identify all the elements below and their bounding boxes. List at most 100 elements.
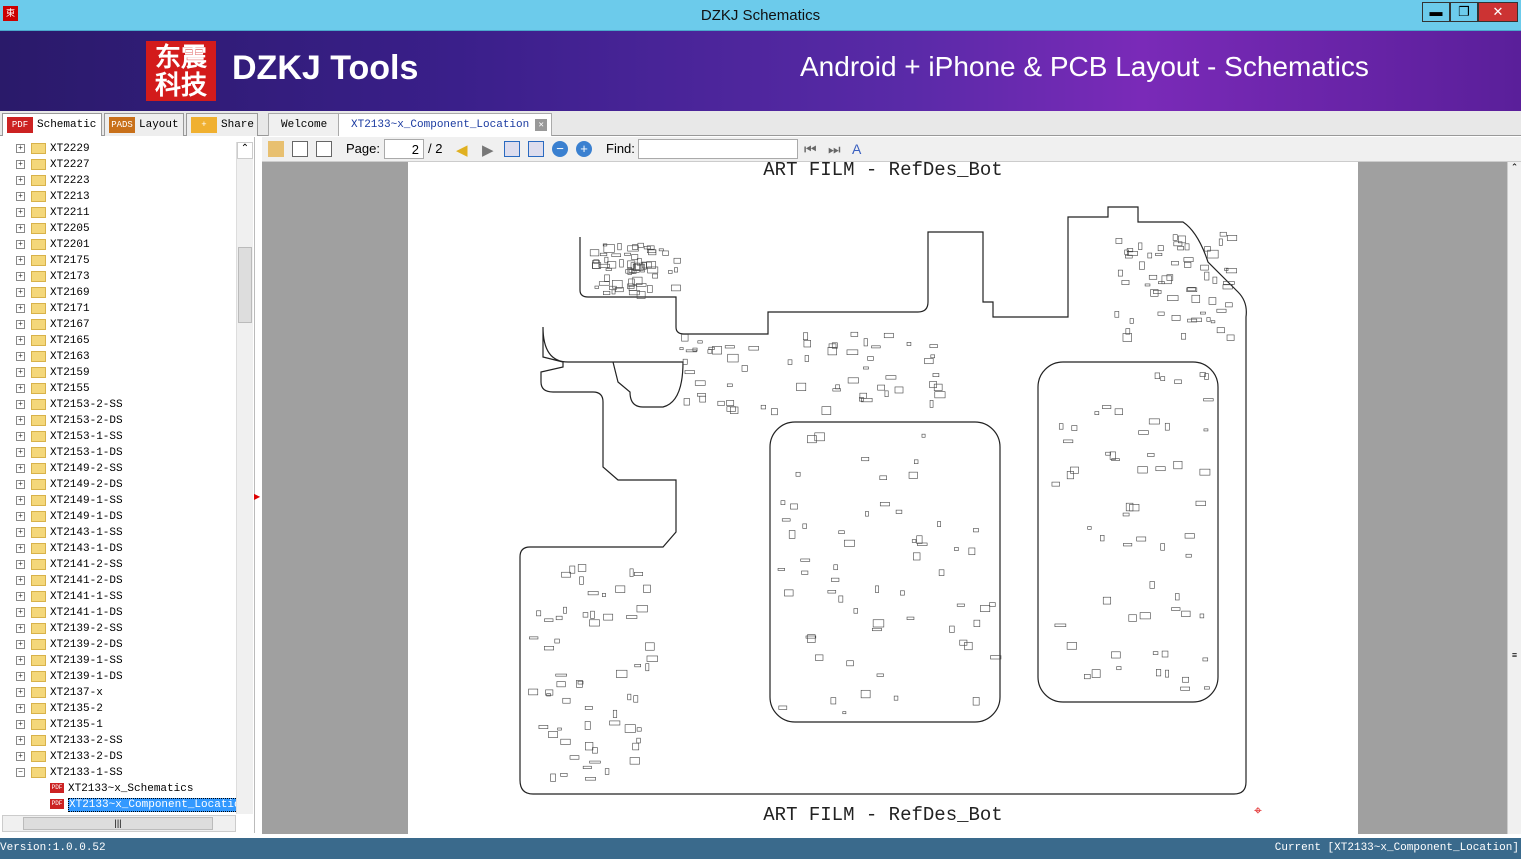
tree-item[interactable]: + XT2139-2-SS: [16, 621, 123, 637]
tree-item[interactable]: + XT2171: [16, 301, 90, 317]
tree-item[interactable]: + XT2165: [16, 333, 90, 349]
tree-item[interactable]: + XT2135-1: [16, 717, 103, 733]
tree-item[interactable]: + XT2149-1-SS: [16, 493, 123, 509]
scroll-grip-icon[interactable]: ≡: [1508, 650, 1521, 660]
expand-icon[interactable]: +: [16, 543, 25, 553]
expand-icon[interactable]: +: [16, 527, 25, 537]
tree-item[interactable]: − XT2133-1-SS: [16, 765, 123, 781]
expand-icon[interactable]: +: [16, 623, 25, 633]
expand-icon[interactable]: +: [16, 495, 25, 505]
tree-item[interactable]: + XT2201: [16, 237, 90, 253]
expand-icon[interactable]: +: [16, 335, 25, 345]
expand-icon[interactable]: +: [16, 559, 25, 569]
expand-icon[interactable]: +: [16, 287, 25, 297]
expand-icon[interactable]: +: [16, 191, 25, 201]
tree-item[interactable]: + XT2169: [16, 285, 90, 301]
tree-item[interactable]: + XT2139-2-DS: [16, 637, 123, 653]
expand-icon[interactable]: +: [16, 719, 25, 729]
expand-icon[interactable]: +: [16, 351, 25, 361]
tree-item[interactable]: + XT2227: [16, 157, 90, 173]
splitter-arrow-icon[interactable]: ▶: [254, 492, 260, 501]
zoom-out-icon[interactable]: −: [552, 141, 568, 157]
expand-icon[interactable]: +: [16, 431, 25, 441]
tree-item[interactable]: + XT2155: [16, 381, 90, 397]
expand-icon[interactable]: +: [16, 255, 25, 265]
tree-item[interactable]: + XT2149-2-DS: [16, 477, 123, 493]
tree-item[interactable]: + XT2143-1-DS: [16, 541, 123, 557]
tree-item[interactable]: + XT2175: [16, 253, 90, 269]
rotate-right-icon[interactable]: [316, 141, 332, 157]
tree-item[interactable]: + XT2143-1-SS: [16, 525, 123, 541]
tree-child-item[interactable]: PDF XT2133~x_Schematics: [50, 781, 193, 797]
tree-item[interactable]: + XT2139-1-DS: [16, 669, 123, 685]
expand-icon[interactable]: +: [16, 575, 25, 585]
tree-item[interactable]: + XT2211: [16, 205, 90, 221]
expand-icon[interactable]: +: [16, 687, 25, 697]
tree-item[interactable]: + XT2159: [16, 365, 90, 381]
scroll-up-icon[interactable]: ⌃: [237, 142, 253, 159]
viewer-vertical-scrollbar[interactable]: ⌃ ≡: [1507, 162, 1521, 834]
tree-item[interactable]: + XT2141-1-SS: [16, 589, 123, 605]
highlight-icon[interactable]: A: [852, 141, 868, 157]
expand-icon[interactable]: +: [16, 607, 25, 617]
expand-icon[interactable]: +: [16, 735, 25, 745]
tree-item[interactable]: + XT2149-2-SS: [16, 461, 123, 477]
rotate-left-icon[interactable]: [292, 141, 308, 157]
tree-item[interactable]: + XT2133-2-SS: [16, 733, 123, 749]
tree-item[interactable]: + XT2137-x: [16, 685, 103, 701]
expand-icon[interactable]: +: [16, 159, 25, 169]
tree-item[interactable]: + XT2205: [16, 221, 90, 237]
tree-vertical-scrollbar[interactable]: ⌃: [236, 142, 253, 814]
expand-icon[interactable]: +: [16, 271, 25, 281]
find-previous-icon[interactable]: ⏮: [804, 141, 820, 157]
scroll-up-icon[interactable]: ⌃: [1508, 162, 1521, 173]
expand-icon[interactable]: +: [16, 303, 25, 313]
next-page-icon[interactable]: ▶: [482, 141, 494, 159]
close-tab-icon[interactable]: ✕: [535, 119, 548, 131]
expand-icon[interactable]: +: [16, 671, 25, 681]
copy-icon[interactable]: [268, 141, 284, 157]
expand-icon[interactable]: +: [16, 447, 25, 457]
zoom-in-icon[interactable]: +: [576, 141, 592, 157]
tab-share[interactable]: + Share: [186, 113, 258, 136]
previous-page-icon[interactable]: ◀: [456, 141, 468, 159]
expand-icon[interactable]: +: [16, 383, 25, 393]
document-viewer[interactable]: ▶ ART FILM - RefDes_Bot ⌖ ART FILM - Ref…: [254, 159, 1507, 834]
find-next-icon[interactable]: ⏭: [828, 141, 844, 157]
scroll-thumb[interactable]: |||: [23, 817, 213, 830]
tree-item[interactable]: + XT2163: [16, 349, 90, 365]
tree-item[interactable]: + XT2135-2: [16, 701, 103, 717]
tree-item[interactable]: + XT2167: [16, 317, 90, 333]
fit-width-icon[interactable]: [504, 141, 520, 157]
find-input[interactable]: [638, 139, 798, 159]
tree-child-item[interactable]: PDF XT2133~x_Component_Location: [50, 797, 249, 813]
expand-icon[interactable]: +: [16, 703, 25, 713]
tab-layout[interactable]: PADS Layout: [104, 113, 184, 136]
expand-icon[interactable]: +: [16, 751, 25, 761]
tree-item[interactable]: + XT2153-2-SS: [16, 397, 123, 413]
tree-item[interactable]: + XT2141-2-DS: [16, 573, 123, 589]
tree-item[interactable]: + XT2139-1-SS: [16, 653, 123, 669]
maximize-button[interactable]: ❐: [1450, 2, 1478, 22]
tree-item[interactable]: + XT2213: [16, 189, 90, 205]
expand-icon[interactable]: +: [16, 143, 25, 153]
tree-item[interactable]: + XT2173: [16, 269, 90, 285]
expand-icon[interactable]: +: [16, 415, 25, 425]
tab-welcome[interactable]: Welcome: [268, 113, 341, 136]
expand-icon[interactable]: +: [16, 239, 25, 249]
tree-item[interactable]: + XT2149-1-DS: [16, 509, 123, 525]
expand-icon[interactable]: +: [16, 639, 25, 649]
expand-icon[interactable]: +: [16, 207, 25, 217]
tab-schematic[interactable]: PDF Schematic: [2, 113, 102, 136]
page-input[interactable]: [384, 139, 424, 159]
expand-icon[interactable]: +: [16, 223, 25, 233]
expand-icon[interactable]: +: [16, 463, 25, 473]
expand-icon[interactable]: +: [16, 591, 25, 601]
tree-item[interactable]: + XT2133-2-DS: [16, 749, 123, 765]
tree-item[interactable]: + XT2153-1-DS: [16, 445, 123, 461]
expand-icon[interactable]: +: [16, 511, 25, 521]
minimize-button[interactable]: ▬: [1422, 2, 1450, 22]
expand-icon[interactable]: +: [16, 367, 25, 377]
close-button[interactable]: ✕: [1478, 2, 1518, 22]
tab-component-location[interactable]: XT2133~x_Component_Location ✕: [338, 113, 553, 136]
